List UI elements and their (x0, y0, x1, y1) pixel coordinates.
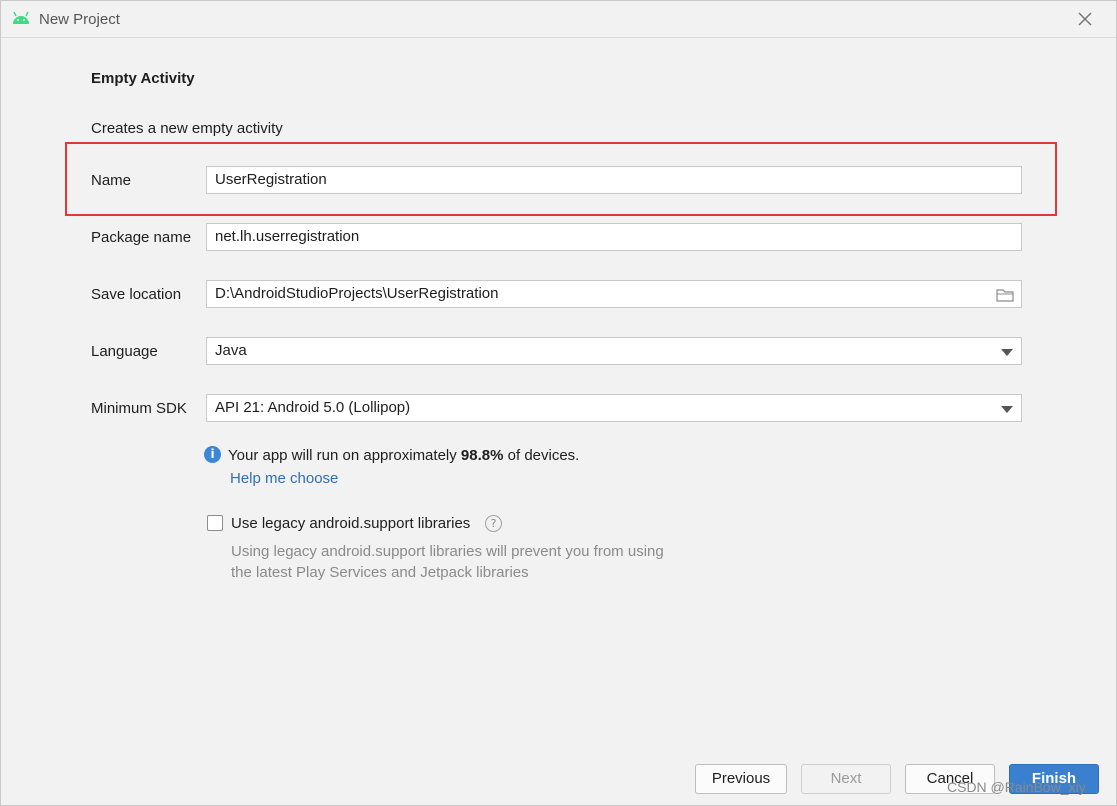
dropdown-arrow-icon (1001, 406, 1013, 413)
package-name-label: Package name (91, 229, 192, 246)
language-select[interactable]: Java (206, 337, 1022, 365)
device-coverage-text: Your app will run on approximately 98.8%… (228, 447, 579, 464)
save-location-label: Save location (91, 286, 182, 303)
legacy-note-line-2: the latest Play Services and Jetpack lib… (231, 564, 529, 581)
android-icon (13, 11, 29, 24)
package-name-input[interactable]: net.lh.userregistration (206, 223, 1022, 251)
folder-icon[interactable] (996, 288, 1014, 302)
page-heading: Empty Activity (91, 70, 195, 87)
language-value: Java (215, 342, 247, 359)
previous-button[interactable]: Previous (695, 764, 787, 794)
help-question-icon[interactable]: ? (485, 515, 502, 532)
next-button[interactable]: Next (801, 764, 891, 794)
help-me-choose-link[interactable]: Help me choose (230, 470, 338, 487)
legacy-support-label[interactable]: Use legacy android.support libraries (231, 515, 470, 532)
minimum-sdk-label: Minimum SDK (91, 400, 187, 417)
coverage-percent: 98.8% (460, 447, 504, 464)
title-bar: New Project (1, 1, 1116, 38)
name-input[interactable]: UserRegistration (206, 166, 1022, 194)
dropdown-arrow-icon (1001, 349, 1013, 356)
save-location-value: D:\AndroidStudioProjects\UserRegistratio… (215, 285, 499, 302)
watermark: CSDN @RainBow_xiy (947, 779, 1086, 795)
new-project-dialog: New Project Empty Activity Creates a new… (0, 0, 1117, 806)
window-title: New Project (39, 11, 120, 28)
language-label: Language (91, 343, 158, 360)
minimum-sdk-value: API 21: Android 5.0 (Lollipop) (215, 399, 411, 416)
legacy-note-line-1: Using legacy android.support libraries w… (231, 543, 664, 560)
legacy-support-checkbox[interactable] (207, 515, 223, 531)
legacy-support-note: Using legacy android.support libraries w… (231, 541, 664, 583)
name-label: Name (91, 172, 132, 189)
info-icon: i (204, 446, 221, 463)
coverage-suffix: of devices. (503, 447, 580, 464)
close-icon[interactable] (1076, 10, 1094, 28)
page-description: Creates a new empty activity (91, 120, 283, 137)
minimum-sdk-select[interactable]: API 21: Android 5.0 (Lollipop) (206, 394, 1022, 422)
coverage-prefix: Your app will run on approximately (228, 447, 461, 464)
save-location-input[interactable]: D:\AndroidStudioProjects\UserRegistratio… (206, 280, 1022, 308)
